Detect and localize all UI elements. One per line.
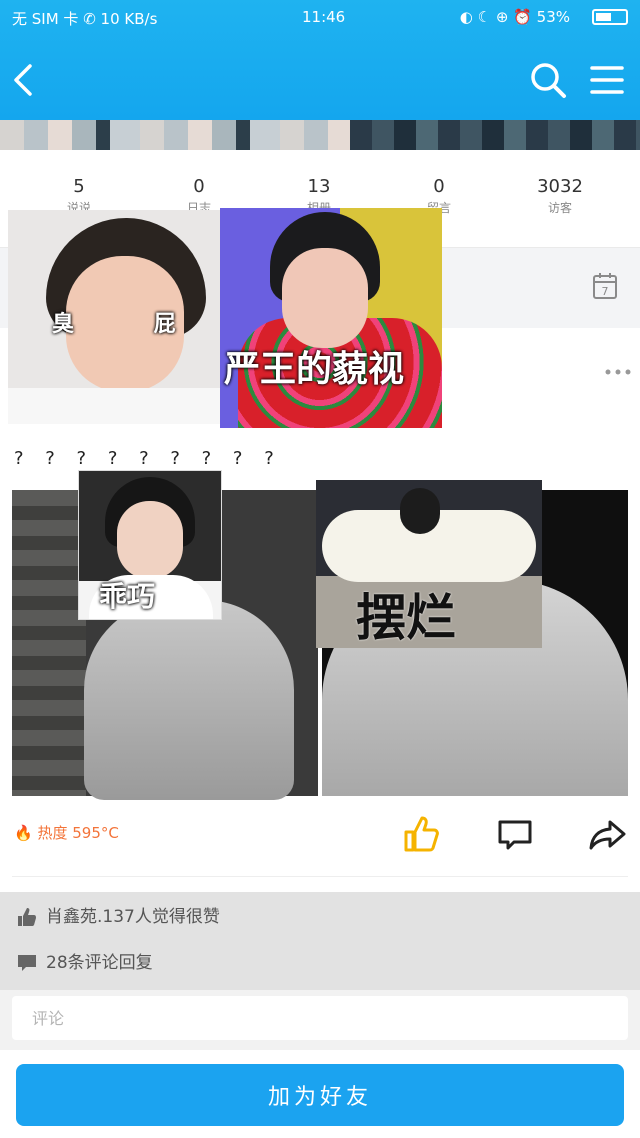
stat-value: 3032 [537, 176, 583, 197]
calendar-icon[interactable]: 7 [592, 272, 618, 300]
post-text: ? ? ? ? ? ? ? ? ? [14, 448, 282, 469]
app-header: 无 SIM 卡 ✆ 10 KB/s 11:46 ◐ ☾ ⊕ ⏰ 53% [0, 0, 640, 120]
thumbs-up-small-icon [18, 908, 36, 926]
sticker-caption: 乖巧 [99, 580, 156, 613]
cover-banner [0, 120, 640, 150]
menu-button[interactable] [588, 62, 626, 98]
thumbs-up-icon [404, 816, 439, 852]
sticker-caption: 臭 屁 [52, 312, 212, 337]
share-button[interactable] [588, 818, 628, 852]
stat-value: 13 [307, 176, 331, 197]
stat-label: 访客 [547, 201, 572, 215]
sticker-meme-give-up: 摆烂 [316, 480, 542, 648]
sticker-meme-disdain: 严王的藐视 [220, 208, 442, 428]
fire-icon: 🔥 [14, 824, 33, 842]
share-arrow-icon [589, 820, 626, 850]
carrier-status: 无 SIM 卡 ✆ 10 KB/s [12, 10, 158, 28]
sticker-meme-smug: 臭 屁 [8, 210, 220, 424]
search-icon [531, 63, 566, 98]
qzone-profile-screen: 无 SIM 卡 ✆ 10 KB/s 11:46 ◐ ☾ ⊕ ⏰ 53% 5 说说… [0, 0, 640, 1138]
sticker-caption: 严王的藐视 [224, 349, 405, 390]
back-button[interactable] [10, 62, 40, 98]
add-friend-button[interactable]: 加为好友 [16, 1064, 624, 1126]
chevron-left-icon [14, 64, 32, 96]
system-status-icons: ◐ ☾ ⊕ ⏰ 53% [459, 8, 570, 26]
sticker-meme-obedient: 乖巧 [78, 470, 222, 620]
likes-summary[interactable]: 肖鑫苑.137人觉得很赞 [16, 902, 220, 928]
stat-value: 0 [433, 176, 445, 197]
comment-input[interactable] [12, 996, 628, 1040]
more-options-button[interactable] [604, 364, 632, 378]
comment-small-icon [18, 955, 36, 971]
comment-bubble-icon [498, 820, 532, 850]
comments-summary[interactable]: 28条评论回复 [16, 948, 153, 974]
comment-button[interactable] [496, 818, 534, 852]
heat-indicator: 🔥 热度 595°C [14, 822, 119, 843]
comments-text: 28条评论回复 [46, 953, 153, 973]
stat-value: 5 [73, 176, 85, 197]
hamburger-menu-icon [590, 66, 624, 94]
likes-text: 肖鑫苑.137人觉得很赞 [46, 907, 220, 927]
heat-text: 热度 595°C [37, 824, 119, 842]
post-feedback-panel: 肖鑫苑.137人觉得很赞 28条评论回复 [0, 892, 640, 990]
stat-value: 0 [193, 176, 205, 197]
like-button[interactable] [402, 814, 442, 854]
status-bar: 无 SIM 卡 ✆ 10 KB/s 11:46 ◐ ☾ ⊕ ⏰ 53% [0, 0, 640, 34]
divider [12, 876, 628, 877]
comment-bar [0, 990, 640, 1050]
stat-visitors[interactable]: 3032 访客 [505, 176, 615, 216]
sticker-caption: 摆烂 [356, 589, 456, 647]
search-button[interactable] [528, 60, 568, 100]
svg-text:7: 7 [602, 285, 609, 298]
clock: 11:46 [302, 8, 346, 26]
more-dots-icon [605, 369, 631, 375]
battery-icon [592, 9, 628, 25]
